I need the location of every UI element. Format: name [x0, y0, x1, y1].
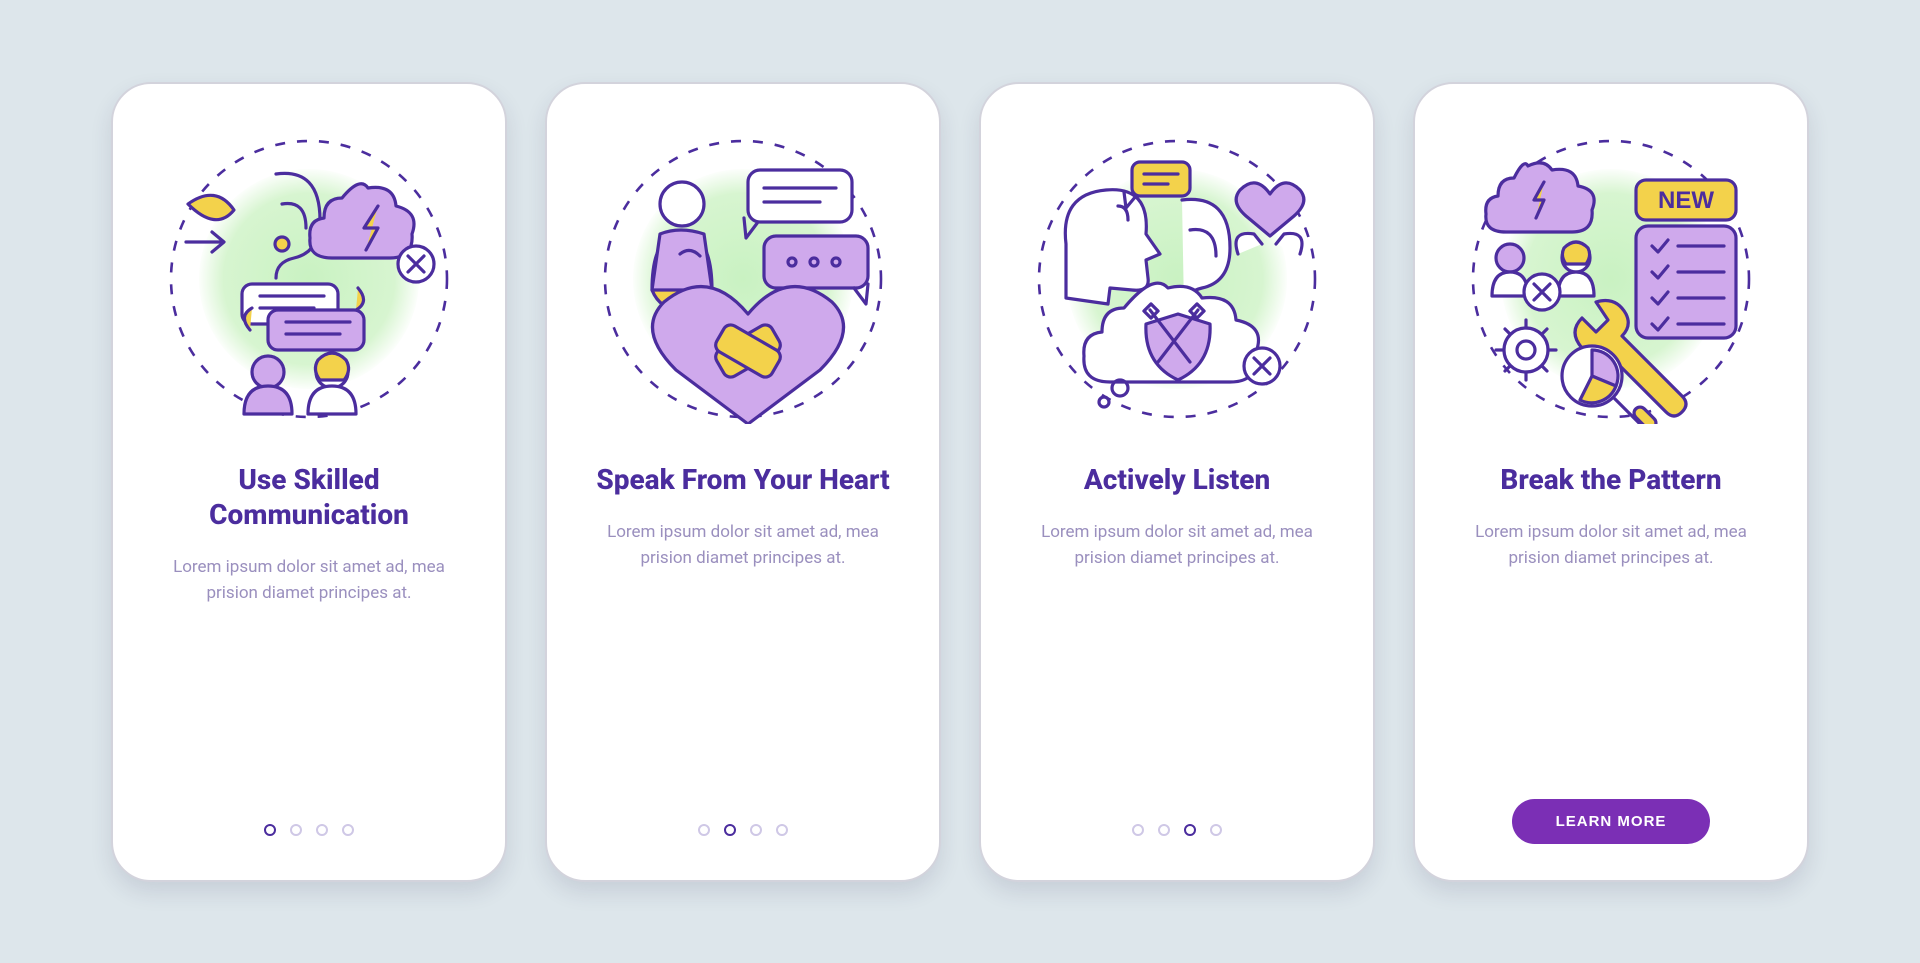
screen-description: Lorem ipsum dolor sit amet ad, mea prisi… [588, 519, 898, 572]
illustration [164, 134, 454, 424]
break-the-pattern-icon: NEW [1466, 134, 1756, 424]
dot-1[interactable] [264, 824, 276, 836]
illustration [1032, 134, 1322, 424]
illustration [598, 134, 888, 424]
svg-text:NEW: NEW [1658, 187, 1714, 214]
screen-description: Lorem ipsum dolor sit amet ad, mea prisi… [1456, 519, 1766, 572]
onboarding-screen-3: Actively Listen Lorem ipsum dolor sit am… [979, 82, 1375, 882]
use-skilled-communication-icon [164, 134, 454, 424]
page-indicator [264, 824, 354, 836]
dot-1[interactable] [1132, 824, 1144, 836]
dot-4[interactable] [776, 824, 788, 836]
speak-from-your-heart-icon [598, 134, 888, 424]
learn-more-button[interactable]: LEARN MORE [1512, 799, 1711, 844]
onboarding-screen-2: Speak From Your Heart Lorem ipsum dolor … [545, 82, 941, 882]
screen-description: Lorem ipsum dolor sit amet ad, mea prisi… [154, 554, 464, 607]
onboarding-screen-4: NEW [1413, 82, 1809, 882]
dot-4[interactable] [342, 824, 354, 836]
screen-description: Lorem ipsum dolor sit amet ad, mea prisi… [1022, 519, 1332, 572]
page-indicator [698, 824, 788, 836]
screen-title: Speak From Your Heart [596, 462, 889, 497]
screen-title: Actively Listen [1084, 462, 1270, 497]
screen-title: Use Skilled Communication [154, 462, 464, 532]
dot-3[interactable] [316, 824, 328, 836]
page-indicator [1132, 824, 1222, 836]
actively-listen-icon [1032, 134, 1322, 424]
onboarding-carousel: Use Skilled Communication Lorem ipsum do… [111, 82, 1809, 882]
illustration: NEW [1466, 134, 1756, 424]
screen-title: Break the Pattern [1500, 462, 1721, 497]
dot-2[interactable] [724, 824, 736, 836]
dot-3[interactable] [1184, 824, 1196, 836]
dot-2[interactable] [290, 824, 302, 836]
dot-1[interactable] [698, 824, 710, 836]
onboarding-screen-1: Use Skilled Communication Lorem ipsum do… [111, 82, 507, 882]
dot-3[interactable] [750, 824, 762, 836]
dot-4[interactable] [1210, 824, 1222, 836]
dot-2[interactable] [1158, 824, 1170, 836]
